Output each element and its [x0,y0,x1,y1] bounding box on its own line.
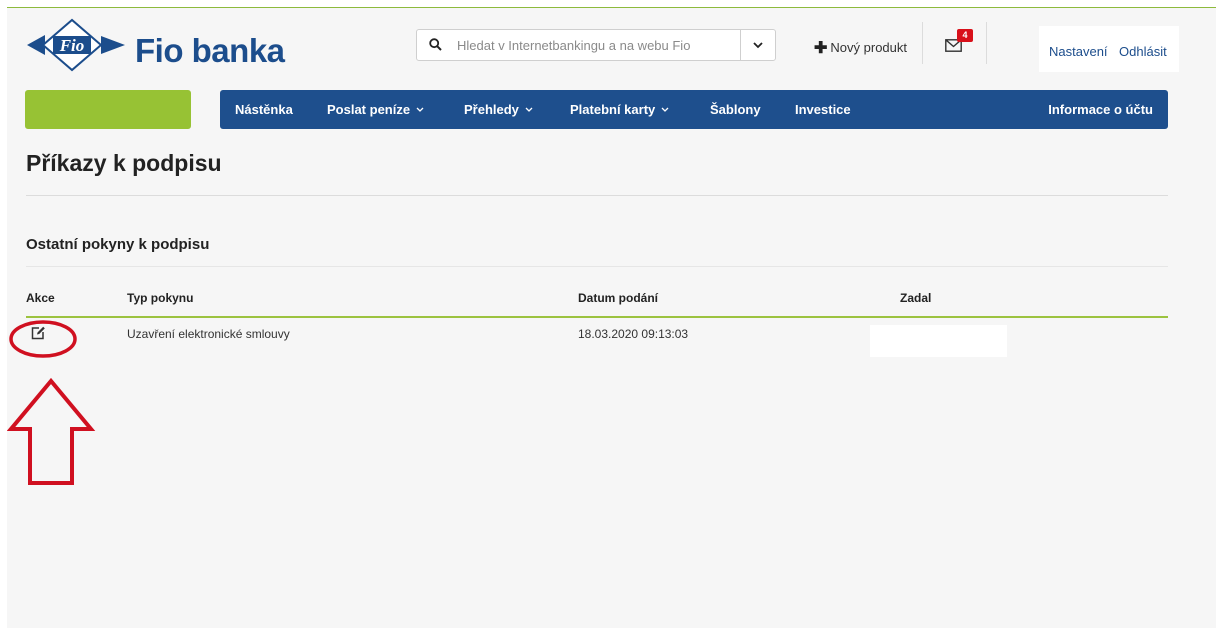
nav-item-label: Investice [795,102,851,117]
messages-count-badge: 4 [957,29,973,42]
column-header-zadal: Zadal [900,291,932,305]
row-type: Uzavření elektronické smlouvy [127,327,290,341]
logo-mark-text: Fio [59,36,85,55]
brand-name: Fio banka [135,32,285,69]
search-box[interactable] [416,29,776,61]
search-icon[interactable] [429,38,442,51]
account-selector[interactable] [25,90,191,129]
fio-logo-icon: Fio [27,18,125,72]
chevron-down-icon [416,107,424,112]
page-title: Příkazy k podpisu [26,150,222,176]
column-header-akce: Akce [26,291,55,305]
header-divider [922,22,923,64]
new-product-button[interactable]: ✚ Nový produkt [814,38,907,58]
divider [26,266,1168,267]
nav-item-label: Nástěnka [235,102,293,117]
nav-item-label: Přehledy [464,102,519,117]
divider [26,195,1168,196]
nav-item-investice[interactable]: Investice [795,90,851,129]
column-header-datum-podani: Datum podání [578,291,658,305]
column-header-typ-pokynu: Typ pokynu [127,291,194,305]
new-product-label: Nový produkt [830,40,907,55]
section-title: Ostatní pokyny k podpisu [26,236,210,253]
nav-item-poslat-penize[interactable]: Poslat peníze [327,90,424,129]
logout-link[interactable]: Odhlásit [1119,44,1167,59]
nav-item-prehledy[interactable]: Přehledy [464,90,533,129]
fio-logo[interactable]: Fio Fio banka [25,18,315,73]
chevron-down-icon [525,107,533,112]
annotation-arrow-up [7,377,96,485]
settings-link[interactable]: Nastavení [1049,44,1108,59]
nav-item-label: Šablony [710,102,761,117]
chevron-down-icon [661,107,669,112]
header-divider [986,22,987,64]
plus-icon: ✚ [814,40,828,57]
edit-icon[interactable] [30,325,46,341]
nav-item-informace-o-uctu[interactable]: Informace o účtu [1048,90,1153,129]
table-header-divider [26,316,1168,318]
search-input[interactable] [457,30,739,60]
search-scope-dropdown[interactable] [740,30,775,60]
nav-item-platebni-karty[interactable]: Platební karty [570,90,669,129]
nav-item-label: Poslat peníze [327,102,411,117]
row-submitted-by [870,325,1007,357]
chevron-down-icon [753,42,763,49]
nav-item-nastenka[interactable]: Nástěnka [235,90,293,129]
nav-item-label: Platební karty [570,102,656,117]
main-nav: Nástěnka Poslat peníze Přehledy Platební… [220,90,1168,129]
nav-item-sablony[interactable]: Šablony [710,90,761,129]
row-date: 18.03.2020 09:13:03 [578,327,689,341]
nav-item-label: Informace o účtu [1048,102,1153,117]
page: Fio Fio banka ✚Nový produkt 4 Nastavení … [7,7,1216,628]
